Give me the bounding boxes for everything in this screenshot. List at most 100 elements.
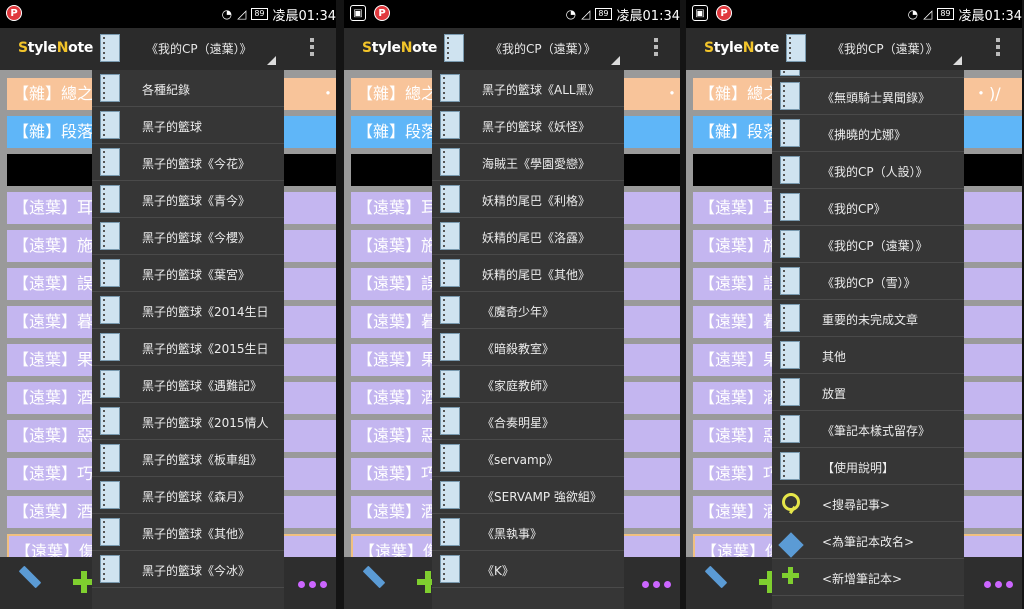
search-notes-action[interactable]: <搜尋記事> (772, 485, 964, 522)
notebook-dropdown: 黑子的籃球《ALL黑》 黑子的籃球《妖怪》 海賊王《學園愛戀》 妖精的尾巴《利格… (432, 70, 624, 609)
notebook-icon (440, 407, 460, 435)
dropdown-item[interactable]: 《SERVAMP 強欲組》 (432, 477, 624, 514)
dropdown-item[interactable]: 《合奏明星》 (432, 403, 624, 440)
notebook-icon (440, 148, 460, 176)
wifi-icon: ◔ (907, 7, 919, 21)
overflow-menu-icon[interactable] (654, 38, 660, 56)
notebook-icon (444, 34, 464, 62)
dropdown-item[interactable]: 黑子的籃球《今冰》 (92, 551, 284, 588)
status-bar: ▣ P ◔ ◿ 89 凌晨01:34 (344, 0, 680, 28)
spinner-arrow-icon (611, 56, 620, 65)
app-bar: StyleNote 《我的CP（遠葉）》 (686, 28, 1022, 70)
notebook-icon (440, 481, 460, 509)
pen-icon[interactable] (362, 565, 386, 589)
dropdown-item[interactable]: 黑子的籃球《青今》 (92, 181, 284, 218)
dropdown-item[interactable]: 黑子的籃球《ALL黑》 (432, 70, 624, 107)
pen-icon[interactable] (18, 565, 42, 589)
dropdown-item[interactable]: 《無頭騎士異聞錄》 (772, 78, 964, 115)
dropdown-item[interactable]: 《黑執事》 (432, 514, 624, 551)
dropdown-item[interactable]: 黑子的籃球《森月》 (92, 477, 284, 514)
dropdown-item[interactable]: 黑子的籃球《其他》 (92, 514, 284, 551)
dropdown-item[interactable]: 海賊王《學園愛戀》 (432, 144, 624, 181)
dropdown-item[interactable] (772, 70, 964, 78)
dropdown-item[interactable]: 黑子的籃球《2015生日 (92, 329, 284, 366)
more-dots-icon[interactable] (642, 581, 671, 588)
dropdown-item[interactable]: 《servamp》 (432, 440, 624, 477)
notebook-icon (440, 74, 460, 102)
dropdown-item[interactable]: 黑子的籃球《今櫻》 (92, 218, 284, 255)
dropdown-item[interactable]: 《K》 (432, 551, 624, 588)
more-dots-icon[interactable] (298, 581, 327, 588)
notebook-icon (100, 185, 120, 213)
dropdown-item[interactable]: 妖精的尾巴《利格》 (432, 181, 624, 218)
dropdown-item[interactable]: 黑子的籃球 (92, 107, 284, 144)
pen-icon[interactable] (704, 565, 728, 589)
notebook-icon (100, 111, 120, 139)
notebook-icon (780, 304, 800, 332)
notebook-icon (780, 378, 800, 406)
screen-panel-2: ▣ P ◔ ◿ 89 凌晨01:34 StyleNote 《我的CP（遠葉）》 【… (344, 0, 680, 609)
dropdown-item[interactable]: 妖精的尾巴《其他》 (432, 255, 624, 292)
app-logo: StyleNote (362, 40, 438, 56)
dropdown-item[interactable]: 黑子的籃球《2014生日 (92, 292, 284, 329)
dropdown-item[interactable]: 黑子的籃球《葉宮》 (92, 255, 284, 292)
dropdown-item[interactable]: 重要的未完成文章 (772, 300, 964, 337)
dropdown-item[interactable]: 《家庭教師》 (432, 366, 624, 403)
spinner-arrow-icon (953, 56, 962, 65)
notebook-icon (780, 341, 800, 369)
notebook-icon (100, 148, 120, 176)
status-bar: P ◔ ◿ 89 凌晨01:34 (0, 0, 336, 28)
notebook-icon (100, 518, 120, 546)
notebook-icon (100, 34, 120, 62)
dropdown-item[interactable]: 黑子的籃球《遇難記》 (92, 366, 284, 403)
notebook-icon (786, 34, 806, 62)
notebook-icon (440, 296, 460, 324)
rename-notebook-action[interactable]: <為筆記本改名> (772, 522, 964, 559)
notebook-spinner[interactable]: 《我的CP（遠葉）》 (832, 40, 938, 57)
notebook-icon (100, 74, 120, 102)
app-bar: StyleNote 《我的CP（遠葉）》 (0, 28, 336, 70)
p-app-icon: P (6, 5, 22, 21)
screen-panel-3: ▣ P ◔ ◿ 89 凌晨01:34 StyleNote 《我的CP（遠葉）》 【… (686, 0, 1022, 609)
notebook-icon (780, 119, 800, 147)
battery-icon: 89 (937, 8, 954, 20)
dropdown-item[interactable]: 《拂曉的尤娜》 (772, 115, 964, 152)
notebook-icon (440, 259, 460, 287)
clock: 凌晨01:34 (958, 8, 1022, 24)
notebook-icon (100, 370, 120, 398)
plus-icon (782, 567, 800, 585)
notebook-icon (100, 407, 120, 435)
notebook-spinner[interactable]: 《我的CP（遠葉）》 (146, 40, 252, 57)
notebook-icon (780, 415, 800, 443)
notebook-icon (100, 481, 120, 509)
more-dots-icon[interactable] (984, 581, 1013, 588)
dropdown-item[interactable]: 妖精的尾巴《洛露》 (432, 218, 624, 255)
dropdown-item[interactable]: 各種紀錄 (92, 70, 284, 107)
signal-icon: ◿ (923, 7, 933, 21)
dropdown-item[interactable]: 放置 (772, 374, 964, 411)
add-notebook-action[interactable]: <新增筆記本> (772, 559, 964, 596)
dropdown-item[interactable]: 黑子的籃球《板車組》 (92, 440, 284, 477)
notebook-spinner[interactable]: 《我的CP（遠葉）》 (490, 40, 596, 57)
dropdown-item[interactable]: 《我的CP（人設）》 (772, 152, 964, 189)
overflow-menu-icon[interactable] (310, 38, 316, 56)
overflow-menu-icon[interactable] (996, 38, 1002, 56)
dropdown-item[interactable]: 黑子的籃球《2015情人 (92, 403, 284, 440)
dropdown-item[interactable]: 黑子的籃球《妖怪》 (432, 107, 624, 144)
spinner-arrow-icon (267, 56, 276, 65)
dropdown-item[interactable]: 【使用說明】 (772, 448, 964, 485)
dropdown-item[interactable]: 其他 (772, 337, 964, 374)
dropdown-item[interactable]: 《我的CP（雪）》 (772, 263, 964, 300)
dropdown-item[interactable]: 《暗殺教室》 (432, 329, 624, 366)
notebook-icon (440, 444, 460, 472)
dropdown-item[interactable]: 《我的CP（遠葉）》 (772, 226, 964, 263)
dropdown-item[interactable]: 《我的CP》 (772, 189, 964, 226)
dropdown-item[interactable]: 《筆記本樣式留存》 (772, 411, 964, 448)
notebook-icon (440, 222, 460, 250)
dropdown-item[interactable]: 黑子的籃球《今花》 (92, 144, 284, 181)
notebook-icon (440, 555, 460, 583)
notebook-icon (780, 267, 800, 295)
p-app-icon: P (374, 5, 390, 21)
notebook-icon (780, 230, 800, 258)
dropdown-item[interactable]: 《魔奇少年》 (432, 292, 624, 329)
